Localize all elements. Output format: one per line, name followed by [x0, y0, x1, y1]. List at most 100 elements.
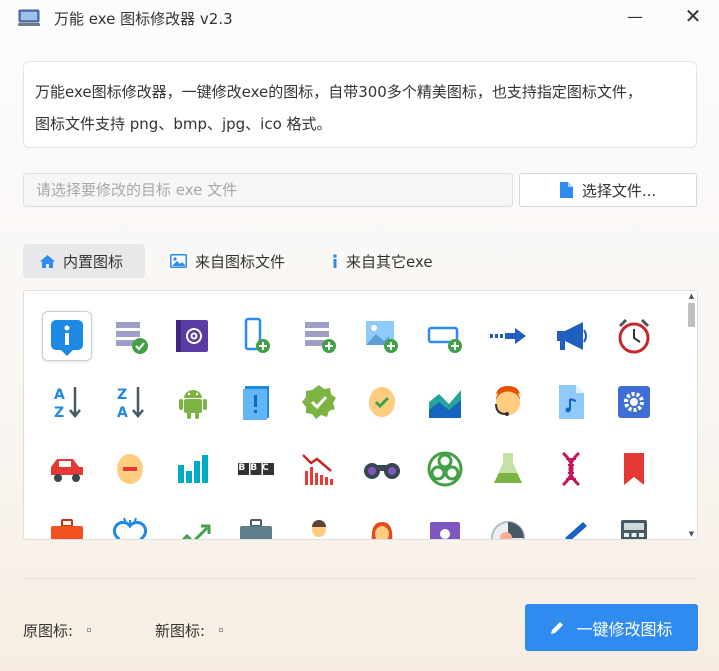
- businessman-icon: [312, 520, 326, 537]
- alarm-clock-icon: [618, 318, 650, 354]
- car-icon: [51, 459, 83, 482]
- bbc-text: BBC: [238, 463, 274, 473]
- icon-cell-calculator[interactable]: [609, 511, 659, 539]
- briefcase-icon: [51, 519, 83, 539]
- icon-cell-suitcase[interactable]: [231, 511, 281, 539]
- sort-za-icon: Z A: [117, 387, 144, 421]
- icon-cell-email-at[interactable]: [168, 311, 218, 361]
- avatar-circle-icon: [491, 521, 525, 539]
- music-file-icon: [559, 385, 584, 419]
- choose-file-button[interactable]: 选择文件...: [519, 173, 697, 207]
- icon-cell-window-add[interactable]: [420, 311, 470, 361]
- laptop-icon: [18, 9, 40, 26]
- close-icon: ✕: [684, 4, 702, 28]
- svg-text:A: A: [117, 405, 128, 421]
- original-icon-preview: [87, 628, 91, 632]
- modify-icon-button[interactable]: 一键修改图标: [525, 604, 698, 651]
- icon-cell-stock-down[interactable]: [294, 444, 344, 494]
- list-add-icon: [305, 322, 336, 353]
- icon-cell-broken-heart[interactable]: [105, 511, 155, 539]
- icon-cell-briefcase[interactable]: [42, 511, 92, 539]
- info-icon: [51, 320, 83, 356]
- icon-cell-bookmark[interactable]: [609, 444, 659, 494]
- icon-cell-settings-gear[interactable]: [609, 377, 659, 427]
- area-chart-icon: [429, 390, 461, 418]
- scrollbar-thumb[interactable]: [688, 303, 695, 327]
- icon-cell-avatar-circle[interactable]: [483, 511, 533, 539]
- info-icon: [333, 254, 337, 268]
- icon-cell-list-add[interactable]: [294, 311, 344, 361]
- brush-icon: [565, 522, 587, 539]
- icon-cell-car[interactable]: [42, 444, 92, 494]
- window-add-icon: [427, 326, 462, 353]
- icon-cell-sort-az[interactable]: A Z: [42, 377, 92, 427]
- icon-cell-binoculars[interactable]: [357, 444, 407, 494]
- email-at-icon: [176, 320, 208, 352]
- dna-icon: [561, 451, 581, 487]
- android-icon: [179, 390, 207, 419]
- minimize-button[interactable]: —: [621, 4, 649, 28]
- bottom-divider: [23, 578, 698, 579]
- window-title: 万能 exe 图标修改器 v2.3: [54, 10, 233, 28]
- original-icon-label: 原图标:: [23, 622, 74, 640]
- tab-from-other-exe[interactable]: 来自其它exe: [332, 244, 442, 278]
- icon-cell-phone-add[interactable]: [231, 311, 281, 361]
- document-alert-icon: [243, 386, 269, 420]
- scroll-down-arrow-icon[interactable]: ▼: [686, 529, 697, 539]
- scroll-up-arrow-icon[interactable]: ▲: [686, 291, 697, 301]
- file-icon: [559, 182, 573, 198]
- icon-cell-android[interactable]: [168, 377, 218, 427]
- biohazard-icon: [427, 451, 463, 487]
- icon-cell-brush[interactable]: [546, 511, 596, 539]
- icon-cell-info[interactable]: [42, 311, 92, 361]
- icon-cell-bar-chart[interactable]: [168, 444, 218, 494]
- support-agent-icon: [495, 386, 520, 416]
- icon-cell-businessman[interactable]: [294, 511, 344, 539]
- choose-file-label: 选择文件...: [581, 181, 657, 200]
- icon-cell-music-file[interactable]: [546, 377, 596, 427]
- svg-text:Z: Z: [54, 405, 64, 421]
- icon-cell-face-check[interactable]: [357, 377, 407, 427]
- icon-cell-contact-card[interactable]: [420, 511, 470, 539]
- close-button[interactable]: ✕: [679, 4, 707, 28]
- binoculars-icon: [364, 463, 400, 479]
- verified-badge-icon: [302, 385, 336, 419]
- icon-grid-scrollbar[interactable]: ▲ ▼: [686, 291, 697, 539]
- icon-cell-trend-up[interactable]: [168, 511, 218, 539]
- icon-cell-support-agent[interactable]: [483, 377, 533, 427]
- new-icon-preview: [219, 628, 223, 632]
- icon-cell-dna[interactable]: [546, 444, 596, 494]
- icon-cell-megaphone[interactable]: [546, 311, 596, 361]
- icon-grid: A Z Z A BBC: [23, 290, 698, 540]
- modify-icon-label: 一键修改图标: [576, 619, 673, 639]
- pencil-icon: [551, 621, 564, 634]
- icon-cell-alarm-clock[interactable]: [609, 311, 659, 361]
- target-exe-input[interactable]: [23, 173, 513, 207]
- bar-chart-icon: [178, 455, 208, 483]
- svg-text:A: A: [54, 387, 65, 403]
- arrow-right-icon: [490, 328, 526, 344]
- tab-builtin-icons[interactable]: 内置图标: [23, 244, 145, 278]
- icon-cell-verified-badge[interactable]: [294, 377, 344, 427]
- icon-cell-document-alert[interactable]: [231, 377, 281, 427]
- tab-from-icon-file[interactable]: 来自图标文件: [170, 244, 300, 278]
- icon-cell-list-check[interactable]: [105, 311, 155, 361]
- minimize-icon: —: [627, 6, 643, 26]
- icon-cell-sort-za[interactable]: Z A: [105, 377, 155, 427]
- icon-cell-biohazard[interactable]: [420, 444, 470, 494]
- tab-label: 来自图标文件: [195, 252, 286, 271]
- icon-cell-image-add[interactable]: [357, 311, 407, 361]
- icon-cell-arrow-right[interactable]: [483, 311, 533, 361]
- icon-cell-flask[interactable]: [483, 444, 533, 494]
- svg-text:Z: Z: [117, 387, 127, 403]
- icon-cell-face-minus[interactable]: [105, 444, 155, 494]
- flask-icon: [494, 453, 522, 483]
- icon-cell-area-chart[interactable]: [420, 377, 470, 427]
- stock-down-icon: [302, 454, 333, 485]
- icon-cell-businesswoman[interactable]: [357, 511, 407, 539]
- suitcase-icon: [240, 519, 272, 539]
- face-minus-icon: [117, 454, 143, 484]
- description-panel: 万能exe图标修改器，一键修改exe的图标，自带300多个精美图标，也支持指定图…: [23, 61, 697, 148]
- title-bar: 万能 exe 图标修改器 v2.3 — ✕: [0, 0, 719, 36]
- icon-cell-bbc-logo[interactable]: BBC: [231, 444, 281, 494]
